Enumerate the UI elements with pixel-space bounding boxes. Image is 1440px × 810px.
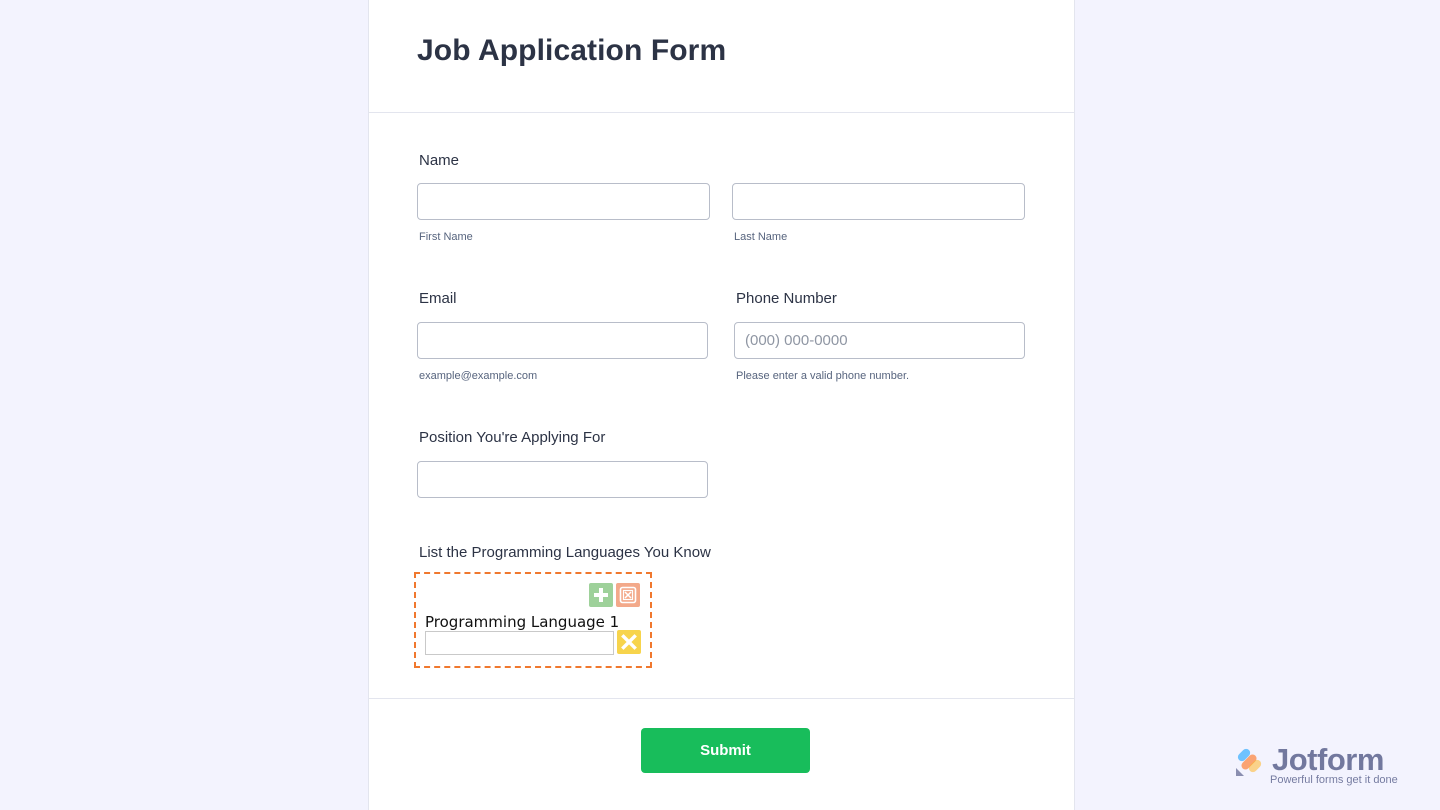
close-icon[interactable]	[617, 630, 641, 654]
clear-all-icon[interactable]	[616, 583, 640, 607]
position-label: Position You're Applying For	[419, 429, 606, 446]
email-input[interactable]	[417, 322, 708, 359]
form-title: Job Application Form	[417, 34, 727, 67]
phone-label: Phone Number	[736, 290, 837, 307]
footer-divider	[369, 698, 1074, 699]
email-label: Email	[419, 290, 457, 307]
form-card: Job Application Form Name First Name Las…	[368, 0, 1075, 810]
languages-label: List the Programming Languages You Know	[419, 544, 711, 561]
plus-icon[interactable]	[589, 583, 613, 607]
email-sublabel: example@example.com	[419, 370, 538, 382]
programming-language-1-label: Programming Language 1	[425, 613, 620, 631]
jotform-logo-icon	[1236, 748, 1262, 776]
languages-widget: Programming Language 1	[414, 572, 652, 668]
last-name-input[interactable]	[732, 183, 1025, 220]
jotform-badge[interactable]: Jotform Powerful forms get it done	[1234, 742, 1414, 790]
position-input[interactable]	[417, 461, 708, 498]
first-name-input[interactable]	[417, 183, 710, 220]
first-name-sublabel: First Name	[419, 231, 473, 243]
last-name-sublabel: Last Name	[734, 231, 788, 243]
name-label: Name	[419, 152, 460, 169]
programming-language-1-input[interactable]	[425, 631, 614, 655]
phone-sublabel: Please enter a valid phone number.	[736, 370, 910, 382]
form-header: Job Application Form	[369, 0, 1074, 113]
submit-button[interactable]: Submit	[641, 728, 810, 773]
jotform-wordmark: Jotform	[1272, 742, 1384, 777]
phone-input[interactable]	[734, 322, 1025, 359]
jotform-tagline: Powerful forms get it done	[1270, 774, 1398, 786]
